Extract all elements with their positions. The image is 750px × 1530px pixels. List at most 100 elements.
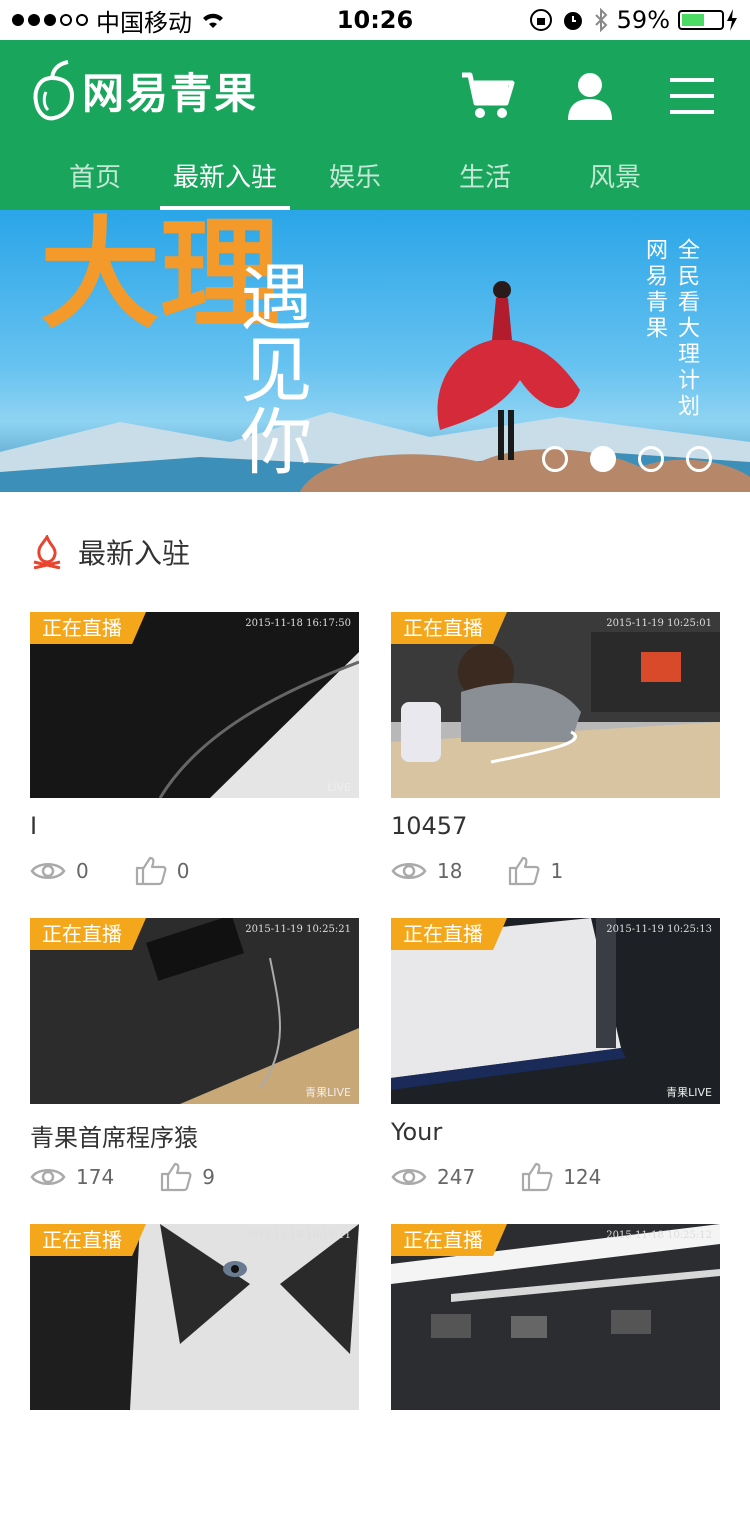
stream-card[interactable]: 正在直播 2015-11-18 16:17:50 LIVE I 0 0: [30, 612, 359, 918]
banner-cursive-text: 遇见你: [228, 260, 312, 476]
video-timestamp: 2015-11-18 10:25:12: [606, 1230, 712, 1241]
banner-caption-plan: 全民看大理计划: [674, 238, 699, 420]
section-header: 最新入驻: [0, 492, 750, 612]
view-count-value: 174: [76, 1165, 115, 1189]
view-count: 174: [30, 1165, 114, 1189]
cart-button[interactable]: [460, 68, 516, 124]
view-count-value: 18: [437, 859, 463, 883]
live-badge: 正在直播: [30, 612, 146, 644]
banner-caption-brand: 网易青果: [642, 238, 667, 342]
wifi-icon: [203, 13, 223, 28]
live-badge: 正在直播: [391, 1224, 507, 1256]
stream-card[interactable]: 正在直播 2015-11-19 10:25:13 青果LIVE Your 247…: [391, 918, 720, 1224]
brand-title: 网易青果: [82, 68, 259, 118]
live-badge: 正在直播: [391, 612, 507, 644]
status-left: 中国移动: [12, 3, 226, 38]
menu-button[interactable]: [664, 68, 720, 124]
tab-entertainment[interactable]: 娱乐: [290, 150, 420, 210]
status-bar: 中国移动 10:26 59%: [0, 0, 750, 40]
video-timestamp: 2015-11-18 16:19:11: [245, 1230, 351, 1241]
status-right: 59%: [529, 6, 738, 34]
video-watermark: LIVE: [327, 781, 351, 794]
stream-card[interactable]: 正在直播 2015-11-18 16:19:11: [30, 1224, 359, 1530]
stream-thumbnail[interactable]: 正在直播 2015-11-18 10:25:12: [391, 1224, 720, 1410]
banner-landscape: [0, 412, 750, 492]
thumbs-up-icon: [509, 856, 540, 886]
banner-dot[interactable]: [686, 446, 712, 472]
stream-card[interactable]: 正在直播 2015-11-18 10:25:12: [391, 1224, 720, 1530]
cart-icon: [462, 72, 515, 118]
battery-percent: 59%: [616, 6, 670, 34]
stream-title[interactable]: 10457: [391, 812, 720, 846]
stream-stats: 18 1: [391, 856, 720, 886]
eye-icon: [391, 1169, 427, 1185]
like-count[interactable]: 0: [135, 856, 190, 886]
stream-thumbnail[interactable]: 正在直播 2015-11-19 10:25:13 青果LIVE: [391, 918, 720, 1104]
live-badge: 正在直播: [391, 918, 507, 950]
stream-thumbnail[interactable]: 正在直播 2015-11-18 16:19:11: [30, 1224, 359, 1410]
thumbs-up-icon: [161, 1162, 192, 1192]
video-timestamp: 2015-11-19 10:25:01: [606, 618, 712, 629]
view-count: 0: [30, 859, 89, 883]
video-watermark: 青果LIVE: [666, 1086, 712, 1099]
view-count: 247: [391, 1165, 475, 1189]
video-watermark: 青果LIVE: [305, 1086, 351, 1099]
user-icon: [568, 73, 612, 120]
eye-icon: [391, 863, 427, 879]
stream-title[interactable]: 青果首席程序猿: [30, 1118, 359, 1152]
live-badge: 正在直播: [30, 1224, 146, 1256]
stream-stats: 247 124: [391, 1162, 720, 1192]
bluetooth-icon: [594, 8, 608, 32]
view-count-value: 247: [437, 1165, 476, 1189]
view-count: 18: [391, 859, 462, 883]
stream-stats: 174 9: [30, 1162, 359, 1192]
stream-thumbnail[interactable]: 正在直播 2015-11-19 10:25:21 青果LIVE: [30, 918, 359, 1104]
eye-icon: [30, 863, 66, 879]
alarm-icon: [563, 12, 582, 30]
video-timestamp: 2015-11-18 16:17:50: [245, 618, 351, 629]
stream-thumbnail[interactable]: 正在直播 2015-11-19 10:25:01: [391, 612, 720, 798]
banner-pagination: [542, 446, 712, 472]
menu-icon: [670, 78, 714, 114]
like-count[interactable]: 124: [521, 1162, 601, 1192]
app-header: 网易青果 首页 最新入驻 娱乐 生活 风景: [0, 40, 750, 210]
like-count-value: 124: [563, 1165, 602, 1189]
tab-scenery[interactable]: 风景: [550, 150, 680, 210]
campfire-icon: [33, 535, 61, 569]
brand-logo[interactable]: 网易青果: [30, 58, 258, 122]
banner-dot[interactable]: [542, 446, 568, 472]
stream-grid: 正在直播 2015-11-18 16:17:50 LIVE I 0 0 正在直播…: [0, 612, 750, 1530]
category-tabs: 首页 最新入驻 娱乐 生活 风景: [0, 150, 750, 210]
stream-card[interactable]: 正在直播 2015-11-19 10:25:21 青果LIVE 青果首席程序猿 …: [30, 918, 359, 1224]
stream-card[interactable]: 正在直播 2015-11-19 10:25:01 10457 18 1: [391, 612, 720, 918]
fruit-logo-icon: [33, 60, 75, 121]
like-count-value: 9: [202, 1165, 215, 1189]
signal-strength-icon: [12, 14, 88, 26]
like-count[interactable]: 9: [160, 1162, 215, 1192]
banner-dot[interactable]: [638, 446, 664, 472]
live-badge: 正在直播: [30, 918, 146, 950]
header-actions: [460, 68, 720, 124]
video-timestamp: 2015-11-19 10:25:21: [245, 924, 351, 935]
stream-thumbnail[interactable]: 正在直播 2015-11-18 16:17:50 LIVE: [30, 612, 359, 798]
banner-dot-active[interactable]: [590, 446, 616, 472]
tab-home[interactable]: 首页: [30, 150, 160, 210]
stream-title[interactable]: Your: [391, 1118, 720, 1152]
battery-icon: [678, 9, 738, 31]
user-button[interactable]: [562, 68, 618, 124]
eye-icon: [30, 1169, 66, 1185]
like-count-value: 0: [176, 859, 190, 883]
thumbs-up-icon: [135, 856, 167, 886]
section-title: 最新入驻: [78, 537, 191, 570]
like-count[interactable]: 1: [508, 856, 563, 886]
tab-life[interactable]: 生活: [420, 150, 550, 210]
stream-stats: 0 0: [30, 856, 359, 886]
like-count-value: 1: [550, 859, 564, 883]
view-count-value: 0: [76, 859, 89, 883]
promo-banner[interactable]: 大理 遇见你 网易青果 全民看大理计划: [0, 210, 750, 492]
stream-title[interactable]: I: [30, 812, 359, 846]
dancer-figure: [437, 281, 580, 460]
tab-newest[interactable]: 最新入驻: [160, 150, 290, 210]
carrier-name: 中国移动: [96, 8, 192, 37]
video-timestamp: 2015-11-19 10:25:13: [606, 924, 712, 935]
